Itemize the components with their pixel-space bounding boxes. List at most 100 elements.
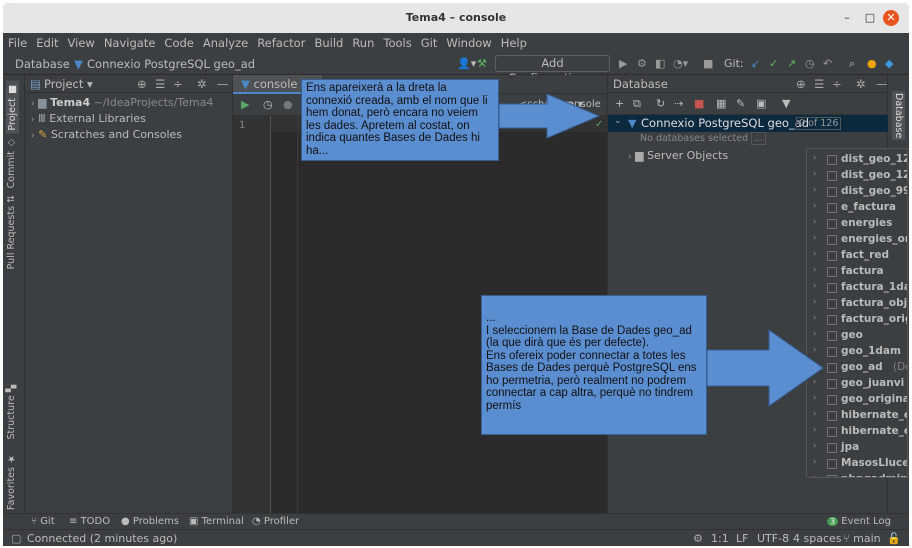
project-view-selector[interactable]: Project ▾ xyxy=(44,77,93,91)
database-checkbox[interactable] xyxy=(827,475,837,477)
database-checkbox[interactable] xyxy=(827,363,837,373)
database-option-energies-orig[interactable]: › energies_orig xyxy=(807,232,907,248)
database-checkbox[interactable] xyxy=(827,395,837,405)
expand-arrow-icon[interactable]: › xyxy=(813,153,816,162)
copy-icon[interactable]: ⧉ xyxy=(633,97,641,111)
git-update-icon[interactable]: ↙ xyxy=(751,57,760,70)
tool-tab-pull-requests[interactable]: Pull Requests ⇅ xyxy=(6,195,17,269)
tool-tab-terminal[interactable]: ▣ Terminal xyxy=(189,516,244,527)
expand-arrow-icon[interactable]: › xyxy=(813,217,816,226)
build-hammer-icon[interactable]: ⚒ xyxy=(477,57,487,70)
history-icon[interactable]: ◷ xyxy=(263,98,273,111)
line-separator[interactable]: LF xyxy=(736,532,748,545)
menu-file[interactable]: File xyxy=(3,33,31,50)
add-configuration-button[interactable]: Add Configuration... xyxy=(495,55,610,85)
expand-arrow-icon[interactable]: › xyxy=(813,201,816,210)
expand-all-icon[interactable]: ☰ xyxy=(155,77,165,91)
database-checkbox[interactable] xyxy=(827,347,837,357)
database-option-hibernate-ex2[interactable]: › hibernate_ex2 xyxy=(807,424,907,440)
database-checkbox[interactable] xyxy=(827,443,837,453)
expand-arrow-icon[interactable]: › xyxy=(813,425,816,434)
coverage-icon[interactable]: ◧ xyxy=(655,57,665,70)
more-button[interactable]: ... xyxy=(751,132,767,145)
tree-item-server-objects[interactable]: › ▆ Server Objects xyxy=(628,149,728,165)
update-icon[interactable]: ● xyxy=(867,57,877,70)
expand-arrow-icon[interactable]: › xyxy=(813,249,816,258)
expand-arrow-icon[interactable]: › xyxy=(628,152,632,162)
expand-arrow-icon[interactable]: › xyxy=(31,131,35,141)
expand-arrow-icon[interactable]: › xyxy=(31,99,35,109)
database-option-jpa[interactable]: › jpa xyxy=(807,440,907,456)
menu-view[interactable]: View xyxy=(63,33,99,50)
database-checkbox[interactable] xyxy=(827,427,837,437)
expand-arrow-icon[interactable]: › xyxy=(813,313,816,322)
profile-icon[interactable]: ◔▾ xyxy=(673,57,688,70)
database-option-dist-geo-123[interactable]: › dist_geo_123 xyxy=(807,152,907,168)
database-checkbox[interactable] xyxy=(827,171,837,181)
expand-arrow-icon[interactable]: › xyxy=(813,297,816,306)
expand-arrow-icon[interactable]: › xyxy=(813,281,816,290)
connections-icon[interactable]: ⚙ xyxy=(693,532,703,545)
git-commit-icon[interactable]: ✓ xyxy=(769,57,778,70)
status-message[interactable]: Connected (2 minutes ago) xyxy=(27,532,177,545)
tool-tab-database[interactable]: Database xyxy=(892,91,905,141)
menu-navigate[interactable]: Navigate xyxy=(99,33,160,50)
git-branch-widget[interactable]: ⑂ main xyxy=(843,532,881,545)
tool-tab-project[interactable]: Project ■ xyxy=(6,81,19,134)
tool-tab-profiler[interactable]: ◔ Profiler xyxy=(252,516,299,527)
database-option-phpgadmin[interactable]: › phpgadmin xyxy=(807,472,907,477)
menu-edit[interactable]: Edit xyxy=(31,33,62,50)
stop-icon[interactable]: ■ xyxy=(703,57,713,70)
debug-icon[interactable]: ⚙ xyxy=(637,57,647,70)
datasource-row[interactable]: ⌄ ▼ Connexio PostgreSQL geo_ad 0 of 126 xyxy=(608,115,888,132)
breadcrumb-connection[interactable]: Connexio PostgreSQL geo_ad xyxy=(87,57,255,71)
edit-icon[interactable]: ✎ xyxy=(736,97,745,110)
locate-icon[interactable]: ⊕ xyxy=(137,77,147,91)
git-rollback-icon[interactable]: ↶ xyxy=(823,57,832,70)
indent-setting[interactable]: 4 spaces xyxy=(793,532,842,545)
git-history-icon[interactable]: ◷ xyxy=(805,57,815,70)
tree-item-tema4[interactable]: › ▆ Tema4 ~/IdeaProjects/Tema4 xyxy=(31,96,213,112)
database-checkbox[interactable] xyxy=(827,283,837,293)
event-log-button[interactable]: 3 Event Log xyxy=(827,516,891,527)
menu-analyze[interactable]: Analyze xyxy=(198,33,252,50)
expand-arrow-icon[interactable]: › xyxy=(813,441,816,450)
console-open-icon[interactable]: ▣ xyxy=(756,97,766,110)
collapse-all-icon[interactable]: ÷ xyxy=(173,77,183,91)
menu-run[interactable]: Run xyxy=(347,33,378,50)
database-option-masosllucena[interactable]: › MasosLlucena xyxy=(807,456,907,472)
database-checkbox[interactable] xyxy=(827,459,837,469)
database-checkbox[interactable] xyxy=(827,299,837,309)
database-checkbox[interactable] xyxy=(827,251,837,261)
disconnect-icon[interactable]: ■ xyxy=(694,97,704,110)
status-toggle-icon[interactable]: ▢ xyxy=(11,532,21,545)
db-expand-icon[interactable]: ☰ xyxy=(814,77,824,91)
database-checkbox[interactable] xyxy=(827,203,837,213)
database-checkbox[interactable] xyxy=(827,411,837,421)
database-checkbox[interactable] xyxy=(827,315,837,325)
db-locate-icon[interactable]: ⊕ xyxy=(796,77,806,91)
refresh-icon[interactable]: ↻ xyxy=(656,97,665,110)
maximize-icon[interactable]: □ xyxy=(862,10,878,26)
database-checkbox[interactable] xyxy=(827,331,837,341)
close-icon[interactable]: ✕ xyxy=(883,10,899,26)
menu-tools[interactable]: Tools xyxy=(378,33,415,50)
tool-tab-problems[interactable]: ● Problems xyxy=(121,516,179,527)
filter-icon[interactable]: ▼ xyxy=(782,97,790,110)
expand-arrow-icon[interactable]: › xyxy=(813,409,816,418)
database-checkbox[interactable] xyxy=(827,267,837,277)
search-icon[interactable]: ⌕ xyxy=(849,57,855,71)
cancel-icon[interactable]: ● xyxy=(283,98,293,111)
tool-tab-favorites[interactable]: Favorites ★ xyxy=(6,453,17,510)
menu-refactor[interactable]: Refactor xyxy=(252,33,309,50)
db-collapse-icon[interactable]: ÷ xyxy=(832,77,842,91)
expand-arrow-icon[interactable]: › xyxy=(813,169,816,178)
user-icon[interactable]: 👤▾ xyxy=(457,57,476,70)
caret-position[interactable]: 1:1 xyxy=(711,532,729,545)
tree-item-external-libraries[interactable]: › Ⅲ External Libraries xyxy=(31,112,146,128)
minimize-icon[interactable]: – xyxy=(839,10,855,26)
tool-tab-commit[interactable]: Commit ◇ xyxy=(6,137,17,188)
breadcrumb-database[interactable]: Database xyxy=(15,57,70,71)
expand-arrow-icon[interactable]: › xyxy=(813,233,816,242)
menu-help[interactable]: Help xyxy=(496,33,531,50)
